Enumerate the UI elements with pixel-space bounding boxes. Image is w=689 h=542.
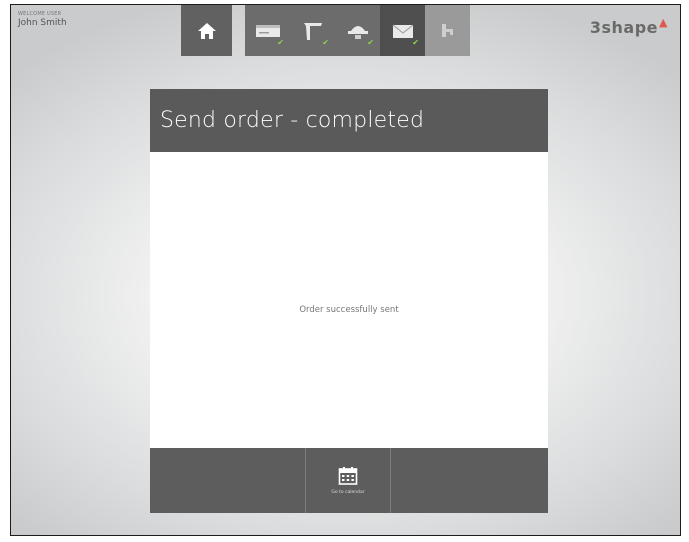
step-send-button[interactable]: ✔ xyxy=(380,5,425,56)
go-to-calendar-label: Go to calendar xyxy=(331,490,365,495)
scan-icon xyxy=(303,22,322,40)
send-icon xyxy=(392,24,413,38)
user-name: John Smith xyxy=(18,18,67,28)
check-icon: ✔ xyxy=(277,38,284,47)
workflow-steps: ✔ ✔ ✔ ✔ xyxy=(245,5,470,56)
footer-divider xyxy=(390,448,391,513)
user-caption: WELCOME USER xyxy=(18,11,62,17)
dialog-body: Order successfully sent xyxy=(150,152,548,448)
dialog-footer: Go to calendar xyxy=(150,448,548,513)
footer-divider xyxy=(305,448,306,513)
order-form-icon xyxy=(255,24,280,37)
calendar-icon xyxy=(338,467,358,485)
step-scan-button[interactable]: ✔ xyxy=(290,5,335,56)
step-order-form-button[interactable]: ✔ xyxy=(245,5,290,56)
send-order-dialog: Send order - completed Order successfull… xyxy=(150,89,548,513)
check-icon: ✔ xyxy=(367,38,374,47)
logo-text: 3shape xyxy=(589,18,659,37)
user-info: WELCOME USER John Smith xyxy=(18,11,67,28)
home-button[interactable] xyxy=(181,5,232,56)
design-icon xyxy=(347,25,368,39)
brand-logo: 3shape▲ xyxy=(589,16,668,37)
step-return-button[interactable] xyxy=(425,5,470,56)
dialog-title: Send order - completed xyxy=(150,89,548,152)
check-icon: ✔ xyxy=(412,38,419,47)
step-design-button[interactable]: ✔ xyxy=(335,5,380,56)
check-icon: ✔ xyxy=(322,38,329,47)
application-window: WELCOME USER John Smith ✔ ✔ ✔ ✔ 3shape▲ … xyxy=(10,4,681,536)
home-icon xyxy=(197,22,216,39)
status-message: Order successfully sent xyxy=(299,305,399,315)
logo-mark-icon: ▲ xyxy=(659,16,668,29)
return-icon xyxy=(441,23,453,37)
go-to-calendar-button[interactable]: Go to calendar xyxy=(307,448,389,513)
workflow-nav: ✔ ✔ ✔ ✔ xyxy=(181,5,470,56)
